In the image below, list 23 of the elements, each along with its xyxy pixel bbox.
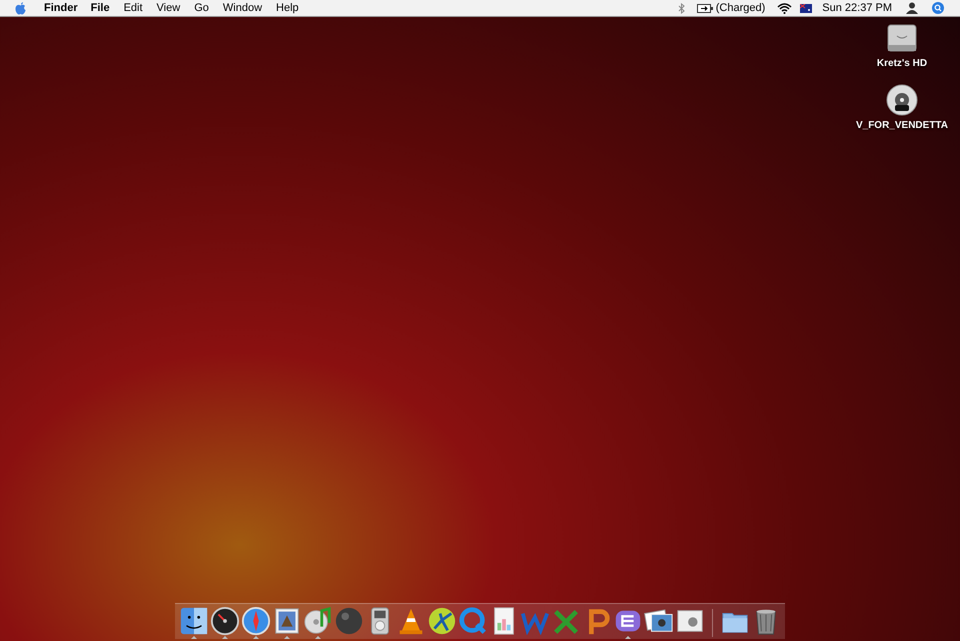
menu-item[interactable]: View bbox=[150, 0, 188, 16]
menu-item[interactable]: Help bbox=[269, 0, 306, 16]
music-disc-icon[interactable] bbox=[303, 606, 333, 636]
wifi-icon[interactable] bbox=[777, 2, 792, 14]
battery-icon[interactable] bbox=[696, 4, 713, 12]
desktop-icon-label[interactable]: V_FOR_VENDETTA bbox=[856, 121, 948, 131]
apple-logo-icon[interactable] bbox=[15, 2, 26, 14]
face-icon[interactable] bbox=[179, 606, 209, 636]
menu-item[interactable]: Go bbox=[187, 0, 216, 16]
bluetooth-icon[interactable] bbox=[678, 2, 685, 14]
gauge-icon[interactable] bbox=[210, 606, 240, 636]
compass-icon[interactable] bbox=[241, 606, 271, 636]
battery-status[interactable]: (Charged) bbox=[716, 0, 766, 16]
search-icon[interactable] bbox=[932, 2, 944, 14]
menu-clock[interactable]: Sun 22:37 PM bbox=[822, 0, 892, 16]
user-icon[interactable] bbox=[906, 2, 918, 14]
menu-item[interactable]: Edit bbox=[116, 0, 150, 16]
menu-title[interactable]: Finder bbox=[38, 0, 84, 16]
dvd-disc-icon[interactable] bbox=[885, 83, 919, 117]
desktop-icon-label[interactable]: Kretz's HD bbox=[876, 59, 928, 69]
menu-item[interactable]: Window bbox=[216, 0, 270, 16]
flag-icon[interactable] bbox=[800, 4, 812, 12]
menu-item[interactable]: File bbox=[84, 0, 117, 16]
